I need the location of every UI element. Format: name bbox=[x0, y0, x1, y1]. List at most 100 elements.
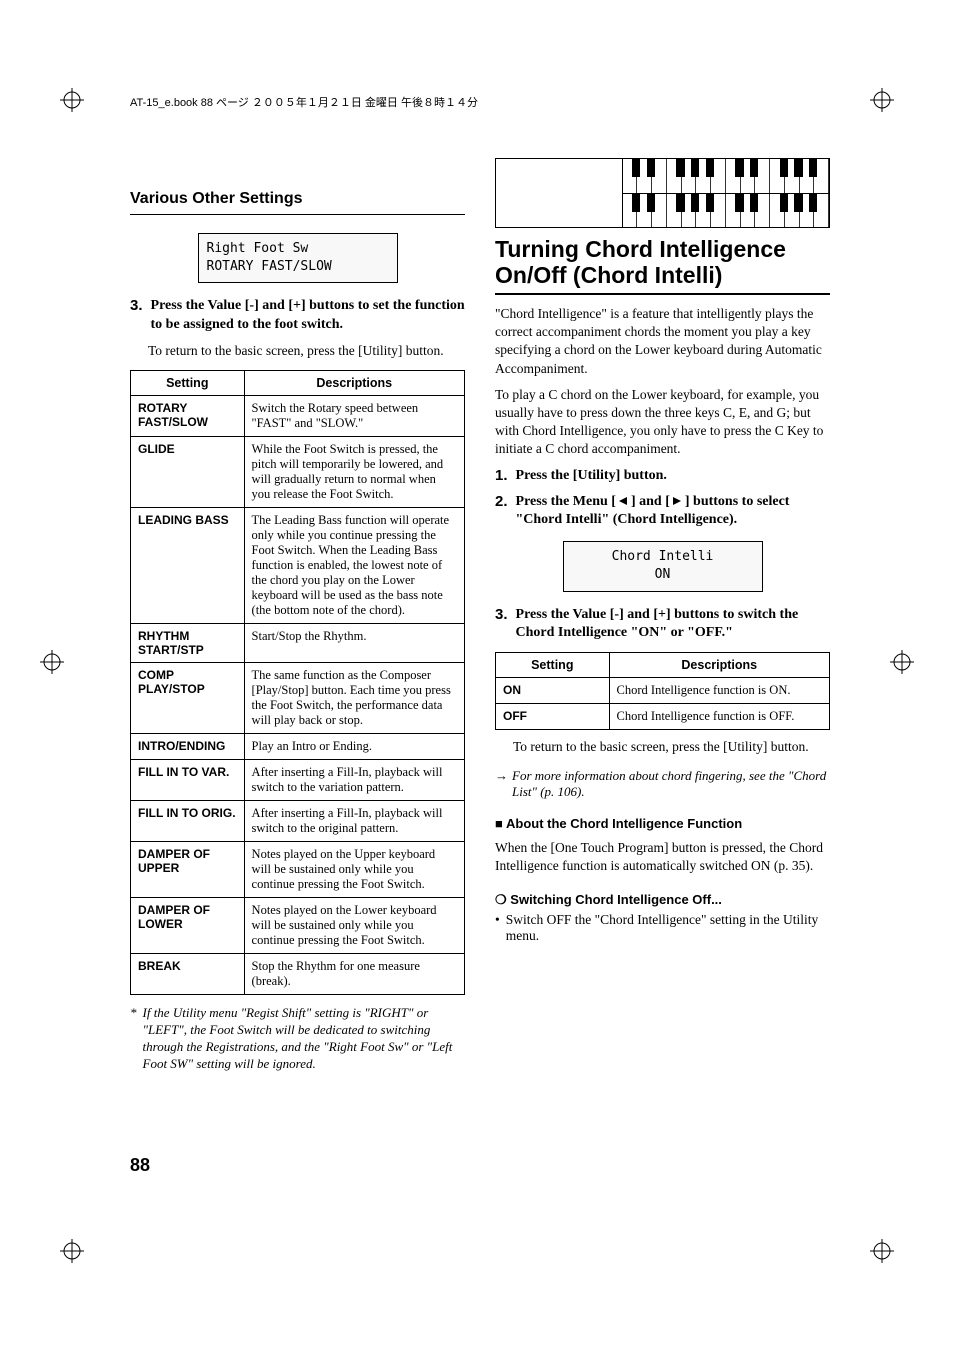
right-column: Turning Chord Intelligence On/Off (Chord… bbox=[495, 150, 830, 1073]
footnote: * If the Utility menu "Regist Shift" set… bbox=[130, 1005, 465, 1073]
step-number: 1. bbox=[495, 467, 508, 485]
lcd-line: ON bbox=[572, 566, 754, 584]
table-row: RHYTHM START/STPStart/Stop the Rhythm. bbox=[131, 623, 465, 662]
settings-table: Setting Descriptions ONChord Intelligenc… bbox=[495, 652, 830, 730]
divider bbox=[130, 214, 465, 215]
registration-mark-icon bbox=[870, 1239, 894, 1263]
setting-desc: Chord Intelligence function is OFF. bbox=[609, 703, 829, 729]
step-item: 3. Press the Value [-] and [+] buttons t… bbox=[495, 606, 830, 642]
footnote-star: * bbox=[130, 1005, 137, 1073]
step-number: 2. bbox=[495, 493, 508, 529]
setting-name: RHYTHM START/STP bbox=[131, 623, 245, 662]
table-row: ONChord Intelligence function is ON. bbox=[496, 677, 830, 703]
table-row: DAMPER OF UPPERNotes played on the Upper… bbox=[131, 841, 465, 897]
setting-name: GLIDE bbox=[131, 436, 245, 507]
section-heading: Various Other Settings bbox=[130, 190, 465, 208]
section-heading: Turning Chord Intelligence On/Off (Chord… bbox=[495, 236, 830, 289]
table-row: INTRO/ENDINGPlay an Intro or Ending. bbox=[131, 733, 465, 759]
step-item: 2. Press the Menu [ ] and [ ] buttons to… bbox=[495, 493, 830, 529]
setting-name: OFF bbox=[496, 703, 610, 729]
setting-name: DAMPER OF UPPER bbox=[131, 841, 245, 897]
step-number: 3. bbox=[495, 606, 508, 642]
setting-desc: Chord Intelligence function is ON. bbox=[609, 677, 829, 703]
setting-desc: Notes played on the Upper keyboard will … bbox=[244, 841, 464, 897]
circle-bullet-icon: ❍ bbox=[495, 892, 507, 907]
sub-heading: ❍ Switching Chord Intelligence Off... bbox=[495, 892, 830, 908]
page-number: 88 bbox=[130, 1155, 150, 1176]
setting-name: COMP PLAY/STOP bbox=[131, 662, 245, 733]
setting-desc: The same function as the Composer [Play/… bbox=[244, 662, 464, 733]
setting-name: DAMPER OF LOWER bbox=[131, 897, 245, 953]
bullet-dot: • bbox=[495, 912, 500, 944]
lcd-line: ROTARY FAST/SLOW bbox=[207, 258, 389, 276]
body-text: To return to the basic screen, press the… bbox=[513, 738, 830, 756]
step-item: 1. Press the [Utility] button. bbox=[495, 467, 830, 485]
setting-desc: Play an Intro or Ending. bbox=[244, 733, 464, 759]
table-row: FILL IN TO VAR.After inserting a Fill-In… bbox=[131, 759, 465, 800]
step-number: 3. bbox=[130, 297, 143, 333]
table-row: DAMPER OF LOWERNotes played on the Lower… bbox=[131, 897, 465, 953]
setting-name: BREAK bbox=[131, 953, 245, 994]
body-text: When the [One Touch Program] button is p… bbox=[495, 839, 830, 875]
setting-desc: Switch the Rotary speed between "FAST" a… bbox=[244, 395, 464, 436]
table-row: LEADING BASSThe Leading Bass function wi… bbox=[131, 507, 465, 623]
setting-name: ON bbox=[496, 677, 610, 703]
table-row: ROTARY FAST/SLOWSwitch the Rotary speed … bbox=[131, 395, 465, 436]
settings-table: Setting Descriptions ROTARY FAST/SLOWSwi… bbox=[130, 370, 465, 995]
setting-desc: After inserting a Fill-In, playback will… bbox=[244, 800, 464, 841]
footnote-text: If the Utility menu "Regist Shift" setti… bbox=[143, 1005, 466, 1073]
registration-mark-icon bbox=[60, 1239, 84, 1263]
registration-mark-icon bbox=[890, 650, 914, 674]
sub-heading-text: About the Chord Intelligence Function bbox=[506, 816, 742, 831]
step-text-part: Press the Menu [ bbox=[516, 494, 616, 509]
registration-mark-icon bbox=[870, 88, 894, 112]
lcd-line: Right Foot Sw bbox=[207, 240, 389, 258]
right-arrow-icon bbox=[673, 497, 681, 505]
arrow-icon: → bbox=[495, 768, 508, 800]
table-row: GLIDEWhile the Foot Switch is pressed, t… bbox=[131, 436, 465, 507]
left-arrow-icon bbox=[619, 497, 627, 505]
setting-desc: While the Foot Switch is pressed, the pi… bbox=[244, 436, 464, 507]
keyboard-diagram-icon bbox=[495, 158, 830, 228]
table-row: BREAKStop the Rhythm for one measure (br… bbox=[131, 953, 465, 994]
setting-desc: Notes played on the Lower keyboard will … bbox=[244, 897, 464, 953]
body-text: "Chord Intelligence" is a feature that i… bbox=[495, 305, 830, 378]
table-row: FILL IN TO ORIG.After inserting a Fill-I… bbox=[131, 800, 465, 841]
setting-name: ROTARY FAST/SLOW bbox=[131, 395, 245, 436]
lcd-line: Chord Intelli bbox=[572, 548, 754, 566]
setting-name: FILL IN TO VAR. bbox=[131, 759, 245, 800]
left-column: Various Other Settings Right Foot Sw ROT… bbox=[130, 150, 465, 1073]
step-text: Press the Menu [ ] and [ ] buttons to se… bbox=[516, 493, 830, 529]
step-text: Press the Value [-] and [+] buttons to s… bbox=[516, 606, 830, 642]
table-row: OFFChord Intelligence function is OFF. bbox=[496, 703, 830, 729]
table-header: Descriptions bbox=[244, 370, 464, 395]
bullet-text: Switch OFF the "Chord Intelligence" sett… bbox=[506, 912, 830, 944]
sub-heading: ■ About the Chord Intelligence Function bbox=[495, 816, 830, 831]
step-item: 3. Press the Value [-] and [+] buttons t… bbox=[130, 297, 465, 333]
setting-desc: After inserting a Fill-In, playback will… bbox=[244, 759, 464, 800]
step-text: Press the [Utility] button. bbox=[516, 467, 667, 485]
page-meta: AT-15_e.book 88 ページ ２００５年１月２１日 金曜日 午後８時１… bbox=[130, 94, 478, 110]
body-text: To return to the basic screen, press the… bbox=[148, 342, 465, 360]
divider bbox=[495, 293, 830, 295]
lcd-display: Chord Intelli ON bbox=[563, 541, 763, 591]
setting-desc: The Leading Bass function will operate o… bbox=[244, 507, 464, 623]
body-text: To play a C chord on the Lower keyboard,… bbox=[495, 386, 830, 459]
cross-reference: → For more information about chord finge… bbox=[495, 768, 830, 800]
setting-desc: Stop the Rhythm for one measure (break). bbox=[244, 953, 464, 994]
setting-name: FILL IN TO ORIG. bbox=[131, 800, 245, 841]
step-text: Press the Value [-] and [+] buttons to s… bbox=[151, 297, 465, 333]
square-bullet-icon: ■ bbox=[495, 816, 503, 831]
setting-desc: Start/Stop the Rhythm. bbox=[244, 623, 464, 662]
reference-text: For more information about chord fingeri… bbox=[512, 768, 830, 800]
bullet-item: • Switch OFF the "Chord Intelligence" se… bbox=[495, 912, 830, 944]
table-header: Setting bbox=[496, 652, 610, 677]
sub-heading-text: Switching Chord Intelligence Off... bbox=[510, 892, 722, 907]
table-header: Descriptions bbox=[609, 652, 829, 677]
registration-mark-icon bbox=[40, 650, 64, 674]
setting-name: INTRO/ENDING bbox=[131, 733, 245, 759]
table-header: Setting bbox=[131, 370, 245, 395]
table-row: COMP PLAY/STOPThe same function as the C… bbox=[131, 662, 465, 733]
lcd-display: Right Foot Sw ROTARY FAST/SLOW bbox=[198, 233, 398, 283]
registration-mark-icon bbox=[60, 88, 84, 112]
